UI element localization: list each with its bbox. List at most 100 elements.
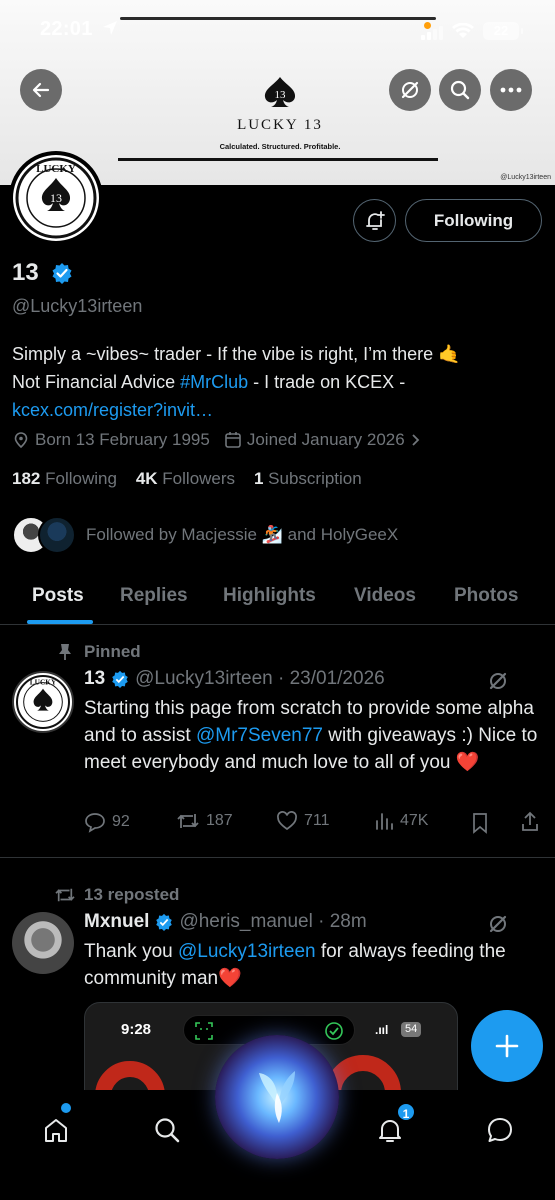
repost-icon: [177, 814, 199, 828]
banner-watermark: @Lucky13irteen: [500, 174, 551, 181]
back-arrow-icon: [32, 82, 50, 98]
status-time: 22:01: [40, 18, 93, 40]
post-actions: 92 187 711 47K: [84, 811, 544, 837]
follower-avatar-2: [38, 516, 76, 554]
lucky13-avatar-logo-icon: 13 LUCKY: [15, 157, 97, 239]
more-dots-icon: [500, 87, 522, 93]
notification-subscribe-button[interactable]: [353, 199, 396, 242]
subscription-stat[interactable]: 1 Subscription: [254, 469, 362, 488]
post-text: Starting this page from scratch to provi…: [84, 698, 538, 773]
home-icon[interactable]: [42, 1116, 70, 1144]
followed-by[interactable]: Followed by Macjessie 🏂 and HolyGeeX: [12, 515, 398, 555]
share-icon[interactable]: [520, 811, 540, 833]
siri-wave-icon: [259, 1071, 295, 1123]
search-button[interactable]: [439, 69, 481, 111]
messages-icon[interactable]: [486, 1116, 514, 1144]
post-avatar[interactable]: LUCKY: [12, 671, 74, 733]
search-icon: [450, 80, 470, 100]
plus-icon: [495, 1034, 519, 1058]
svg-text:LUCKY: LUCKY: [30, 678, 57, 687]
search-nav-icon[interactable]: [153, 1116, 181, 1144]
hashtag-link[interactable]: #MrClub: [180, 372, 248, 392]
svg-text:13: 13: [50, 191, 62, 205]
views-chart-icon: [376, 813, 393, 830]
bio-line-2: Not Financial Advice #MrClub - I trade o…: [12, 372, 406, 392]
repost-text: Thank you @Lucky13irteen for always feed…: [84, 941, 506, 989]
banner-brand-name: LUCKY 13: [237, 117, 323, 133]
like-button[interactable]: 711: [276, 811, 330, 831]
profile-name: 13: [12, 259, 39, 286]
heart-icon: [277, 811, 297, 831]
grok-icon: [401, 81, 419, 99]
grok-icon[interactable]: [487, 670, 509, 692]
followers-stat[interactable]: 4K Followers: [136, 469, 235, 488]
profile-tabs: Posts Replies Highlights Videos Photos: [0, 571, 555, 625]
checkmark-icon: [325, 1022, 343, 1040]
post-handle-date: @Lucky13irteen · 23/01/2026: [135, 668, 385, 689]
grok-icon[interactable]: [487, 913, 509, 935]
reply-button[interactable]: 92: [84, 811, 130, 833]
bookmark-icon[interactable]: [471, 812, 489, 834]
repost-header: Mxnuel @heris_manuel · 28m: [84, 911, 367, 933]
mention-link[interactable]: @Lucky13irteen: [178, 941, 316, 962]
media-signal-icon: .ııl: [375, 1023, 389, 1037]
profile-handle: @Lucky13irteen: [12, 296, 143, 316]
status-bar: 22:01 22: [0, 14, 555, 50]
notification-badge: 1: [396, 1102, 416, 1122]
tab-videos[interactable]: Videos: [354, 585, 416, 607]
views-button[interactable]: 47K: [374, 811, 428, 831]
post-divider: [0, 857, 555, 858]
wifi-icon: [452, 23, 474, 38]
bell-plus-icon: [365, 210, 385, 230]
tab-replies[interactable]: Replies: [120, 585, 188, 607]
location-arrow-icon: [103, 21, 117, 35]
banner-brand: 13 LUCKY 13 Calculated. Structured. Prof…: [180, 76, 380, 151]
profile-bio: Simply a ~vibes~ trader - If the vibe is…: [12, 340, 542, 424]
following-stat[interactable]: 182 Following: [12, 469, 117, 488]
reposted-label[interactable]: 13 reposted: [84, 885, 179, 905]
repost-author[interactable]: Mxnuel: [84, 911, 149, 933]
tab-posts[interactable]: Posts: [32, 585, 84, 607]
following-button[interactable]: Following: [405, 199, 542, 242]
followed-by-text: Followed by Macjessie 🏂 and HolyGeeX: [86, 525, 399, 544]
active-tab-indicator: [27, 620, 93, 624]
home-new-dot: [61, 1103, 71, 1113]
more-button[interactable]: [490, 69, 532, 111]
spade-logo-icon: 13: [264, 77, 296, 107]
verified-badge-icon: [112, 670, 128, 688]
born-date: Born 13 February 1995: [35, 430, 210, 449]
back-button[interactable]: [20, 69, 62, 111]
tab-highlights[interactable]: Highlights: [223, 585, 316, 607]
bio-website-link[interactable]: kcex.com/register?invit…: [12, 396, 542, 424]
banner-tagline: Calculated. Structured. Profitable.: [219, 142, 341, 151]
profile-meta: Born 13 February 1995 Joined January 202…: [12, 430, 426, 450]
pin-icon: [59, 644, 71, 660]
svg-text:LUCKY: LUCKY: [36, 163, 76, 175]
post-author[interactable]: 13: [84, 668, 105, 690]
dynamic-island: [120, 17, 436, 20]
profile-stats: 182 Following 4K Followers 1 Subscriptio…: [12, 469, 362, 489]
tab-photos[interactable]: Photos: [454, 585, 518, 607]
pinned-label: Pinned: [84, 642, 141, 661]
verified-badge-icon: [156, 913, 173, 931]
repost-button[interactable]: 187: [176, 811, 233, 831]
repost-handle-time: @heris_manuel · 28m: [179, 911, 367, 932]
media-battery: 54: [401, 1022, 422, 1037]
compose-post-button[interactable]: [471, 1010, 543, 1082]
profile-avatar[interactable]: 13 LUCKY: [9, 151, 103, 245]
location-pin-icon: [14, 432, 28, 449]
post-header: 13 @Lucky13irteen · 23/01/2026: [84, 668, 385, 690]
mention-link[interactable]: @Mr7Seven77: [196, 725, 323, 746]
chevron-right-icon: [412, 434, 419, 446]
media-time: 9:28: [121, 1021, 152, 1038]
repost-author-avatar[interactable]: [12, 912, 74, 974]
siri-orb[interactable]: [215, 1035, 339, 1159]
lucky13-post-avatar-icon: LUCKY: [16, 675, 70, 729]
reply-icon: [85, 813, 105, 833]
joined-date[interactable]: Joined January 2026: [247, 430, 405, 450]
grok-button[interactable]: [389, 69, 431, 111]
svg-text:13: 13: [275, 89, 287, 101]
banner-divider: [118, 158, 438, 161]
face-id-icon: [195, 1022, 213, 1040]
calendar-icon: [225, 432, 241, 448]
